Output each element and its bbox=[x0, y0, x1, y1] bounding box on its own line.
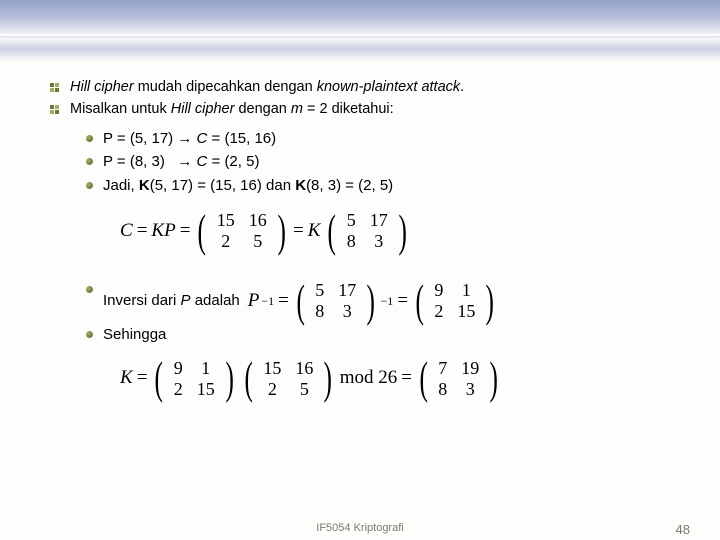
matrix-c: ( 151625 ) bbox=[194, 210, 289, 252]
t: = bbox=[293, 218, 304, 244]
arrow-icon: → bbox=[177, 153, 192, 170]
bullet-dot-icon bbox=[86, 135, 93, 142]
t: C bbox=[192, 153, 207, 170]
bullet-dot-icon bbox=[86, 331, 93, 338]
equation-c-kp: C = KP = ( 151625 ) = K ( 51783 ) bbox=[120, 210, 690, 252]
t: Hill cipher bbox=[70, 79, 134, 95]
bullet-square-icon bbox=[50, 83, 60, 93]
t: KP bbox=[151, 218, 175, 244]
inverse-text: Inversi dari P adalah P−1 = ( 51783 ) −1… bbox=[103, 280, 690, 322]
t: (5, 17) = (15, 16) dan bbox=[150, 177, 296, 194]
matrix-p: ( 51783 ) bbox=[324, 210, 410, 252]
matrix-k-result: ( 71983 ) bbox=[416, 357, 502, 399]
superscript-minus1: −1 bbox=[381, 293, 394, 309]
bullet-2-text: Misalkan untuk Hill cipher dengan m = 2 … bbox=[70, 100, 690, 120]
t: mod 26 bbox=[340, 365, 398, 391]
bullet-dot-icon bbox=[86, 286, 93, 293]
t: = bbox=[180, 218, 191, 244]
t: C bbox=[120, 218, 133, 244]
t: Inversi dari bbox=[103, 292, 181, 309]
t: Jadi, bbox=[103, 177, 139, 194]
sub-bullet-3: Jadi, K(5, 17) = (15, 16) dan K(8, 3) = … bbox=[86, 176, 690, 196]
t: K bbox=[139, 177, 150, 194]
t: = 2 diketahui: bbox=[303, 101, 394, 117]
t: Misalkan untuk bbox=[70, 101, 171, 117]
t: m bbox=[291, 101, 303, 117]
matrix-p-inverse: ( 91215 ) bbox=[412, 280, 498, 322]
superscript-minus1: −1 bbox=[261, 293, 274, 309]
footer-course-code: IF5054 Kriptografi bbox=[316, 522, 403, 534]
bullet-dot-icon bbox=[86, 158, 93, 165]
t: = bbox=[137, 218, 148, 244]
equation-k: K = ( 91215 ) ( 151625 ) mod 26 = ( 7198… bbox=[120, 357, 690, 399]
t: P = (8, 3) bbox=[103, 153, 177, 170]
sub-bullet-2-text: P = (8, 3) → C = (2, 5) bbox=[103, 152, 690, 172]
t: . bbox=[460, 79, 464, 95]
t: mudah dipecahkan dengan bbox=[134, 79, 317, 95]
t: Sehingga bbox=[103, 325, 690, 345]
t: P bbox=[181, 292, 191, 309]
t: K bbox=[308, 218, 321, 244]
t: = (15, 16) bbox=[207, 130, 276, 147]
header-texture bbox=[0, 0, 720, 62]
sub-bullet-3-text: Jadi, K(5, 17) = (15, 16) dan K(8, 3) = … bbox=[103, 176, 690, 196]
arrow-icon: → bbox=[177, 130, 192, 147]
sub-bullet-sehingga: Sehingga bbox=[86, 325, 690, 345]
bullet-dot-icon bbox=[86, 182, 93, 189]
bullet-square-icon bbox=[50, 105, 60, 115]
t: K bbox=[120, 365, 133, 391]
matrix-c2: ( 151625 ) bbox=[241, 357, 336, 399]
t: K bbox=[295, 177, 306, 194]
t: (8, 3) = (2, 5) bbox=[306, 177, 393, 194]
t: C bbox=[192, 130, 207, 147]
sub-bullet-1: P = (5, 17) → C = (15, 16) bbox=[86, 129, 690, 149]
bullet-2: Misalkan untuk Hill cipher dengan m = 2 … bbox=[50, 100, 690, 120]
t: = (2, 5) bbox=[207, 153, 259, 170]
sub-bullet-inverse: Inversi dari P adalah P−1 = ( 51783 ) −1… bbox=[86, 280, 690, 322]
t: dengan bbox=[234, 101, 290, 117]
sub-bullet-2: P = (8, 3) → C = (2, 5) bbox=[86, 152, 690, 172]
sub-bullet-1-text: P = (5, 17) → C = (15, 16) bbox=[103, 129, 690, 149]
t: P = (5, 17) bbox=[103, 130, 177, 147]
bullet-1: Hill cipher mudah dipecahkan dengan know… bbox=[50, 78, 690, 98]
t: adalah bbox=[191, 292, 240, 309]
t: Hill cipher bbox=[171, 101, 235, 117]
t: P bbox=[248, 288, 260, 314]
t: known-plaintext attack bbox=[317, 79, 460, 95]
slide-content: Hill cipher mudah dipecahkan dengan know… bbox=[50, 78, 690, 399]
matrix-pinv: ( 91215 ) bbox=[151, 357, 237, 399]
matrix-p-copy: ( 51783 ) bbox=[293, 280, 379, 322]
bullet-1-text: Hill cipher mudah dipecahkan dengan know… bbox=[70, 78, 690, 98]
footer-page-number: 48 bbox=[676, 522, 690, 537]
